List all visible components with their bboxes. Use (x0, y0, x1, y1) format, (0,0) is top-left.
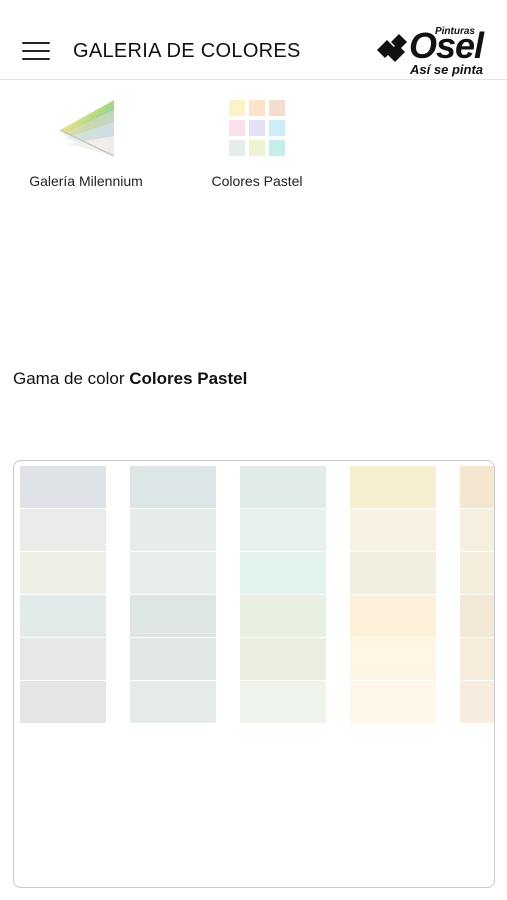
swatch-strips (20, 466, 494, 766)
color-range-prefix: Gama de color (13, 369, 125, 388)
color-swatch[interactable] (350, 552, 436, 594)
color-swatch[interactable] (130, 552, 216, 594)
osel-logo: Pinturas Osel Así se pinta (373, 22, 485, 78)
hamburger-menu-icon[interactable] (22, 40, 50, 62)
color-swatch[interactable] (20, 595, 106, 637)
color-swatch[interactable] (130, 595, 216, 637)
swatch-column (130, 466, 216, 723)
color-swatch[interactable] (130, 466, 216, 508)
color-swatch[interactable] (130, 638, 216, 680)
menu-bar (22, 50, 50, 52)
color-swatch[interactable] (20, 466, 106, 508)
color-swatch[interactable] (350, 681, 436, 723)
color-swatch[interactable] (240, 638, 326, 680)
color-fan-deck-icon (59, 100, 115, 157)
menu-bar (22, 42, 50, 44)
gallery-item-label: Colores Pastel (211, 173, 303, 189)
color-swatch[interactable] (20, 509, 106, 551)
color-swatch[interactable] (460, 595, 494, 637)
logo-tagline: Así se pinta (410, 62, 483, 77)
color-swatch[interactable] (350, 509, 436, 551)
color-swatch[interactable] (350, 638, 436, 680)
color-swatch[interactable] (460, 509, 494, 551)
color-range-name: Colores Pastel (129, 369, 248, 388)
menu-bar (22, 58, 50, 60)
color-swatch[interactable] (240, 466, 326, 508)
color-swatch[interactable] (240, 509, 326, 551)
app-header: GALERIA DE COLORES Pinturas Osel Así se … (0, 0, 507, 80)
logo-brand-text: Osel (408, 25, 484, 66)
color-swatch[interactable] (350, 595, 436, 637)
gallery-item-label: Galería Milennium (29, 173, 143, 189)
gallery-item-milennium[interactable]: Galería Milennium (11, 96, 161, 189)
swatch-column (460, 466, 494, 723)
color-swatch[interactable] (240, 595, 326, 637)
color-swatch[interactable] (20, 552, 106, 594)
color-swatch[interactable] (460, 638, 494, 680)
color-swatch[interactable] (460, 552, 494, 594)
color-swatch[interactable] (130, 681, 216, 723)
color-swatch[interactable] (20, 638, 106, 680)
logo-mark-icon (377, 34, 407, 62)
color-swatch[interactable] (240, 552, 326, 594)
swatch-column (20, 466, 106, 723)
gallery-item-pastel[interactable]: Colores Pastel (182, 96, 332, 189)
color-swatch[interactable] (240, 681, 326, 723)
color-range-heading: Gama de color Colores Pastel (13, 369, 247, 389)
pastel-swatch-grid-icon (229, 100, 285, 156)
color-swatch[interactable] (460, 681, 494, 723)
color-swatch[interactable] (350, 466, 436, 508)
color-palette-panel[interactable] (13, 460, 495, 888)
swatch-column (350, 466, 436, 723)
swatch-column (240, 466, 326, 723)
color-swatch[interactable] (20, 681, 106, 723)
color-swatch[interactable] (130, 509, 216, 551)
color-swatch[interactable] (460, 466, 494, 508)
page-title: GALERIA DE COLORES (73, 40, 301, 62)
